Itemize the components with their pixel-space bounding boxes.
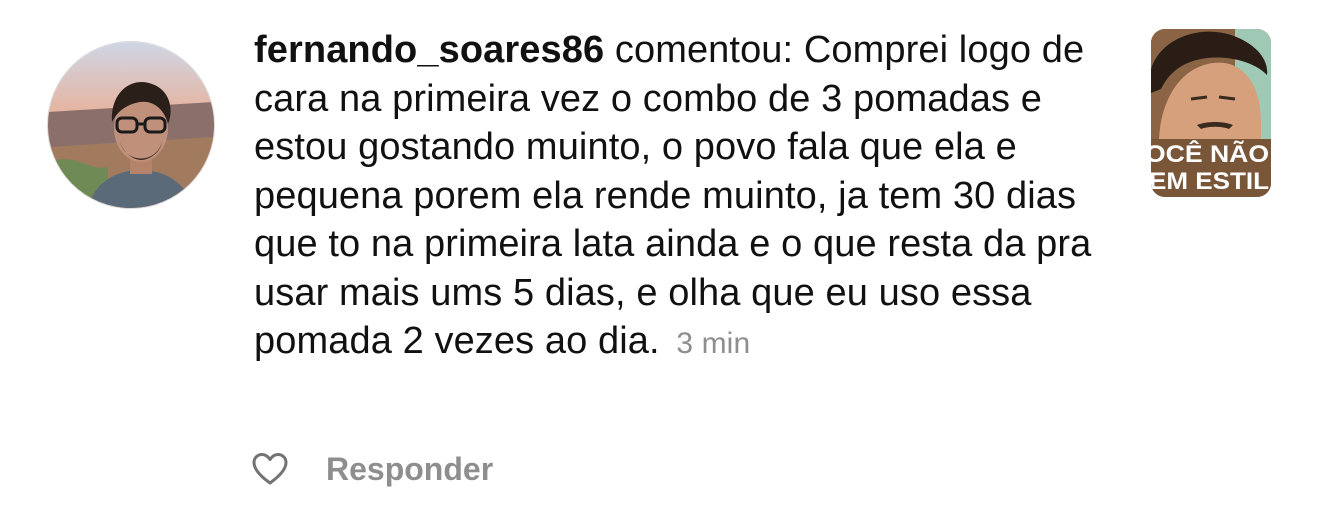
user-avatar[interactable]: [48, 42, 214, 208]
like-button[interactable]: [250, 449, 290, 489]
post-thumbnail[interactable]: OCÊ NÃO EM ESTIL: [1151, 29, 1271, 197]
comment-username[interactable]: fernando_soares86: [254, 29, 604, 71]
heart-outline-icon: [252, 453, 288, 485]
comment-body: fernando_soares86 comentou: Comprei logo…: [254, 26, 1114, 369]
thumbnail-caption-line1: OCÊ NÃO: [1151, 140, 1269, 168]
reply-button[interactable]: Responder: [326, 451, 493, 488]
thumbnail-image: OCÊ NÃO EM ESTIL: [1151, 29, 1271, 197]
comment-action: comentou:: [604, 29, 804, 71]
avatar-photo: [48, 42, 214, 208]
comment-timestamp: 3 min: [676, 327, 751, 360]
comment-text: Comprei logo de cara na primeira vez o c…: [254, 29, 1092, 362]
thumbnail-caption-line2: EM ESTIL: [1151, 168, 1269, 195]
comment-actions: Responder: [250, 447, 493, 491]
